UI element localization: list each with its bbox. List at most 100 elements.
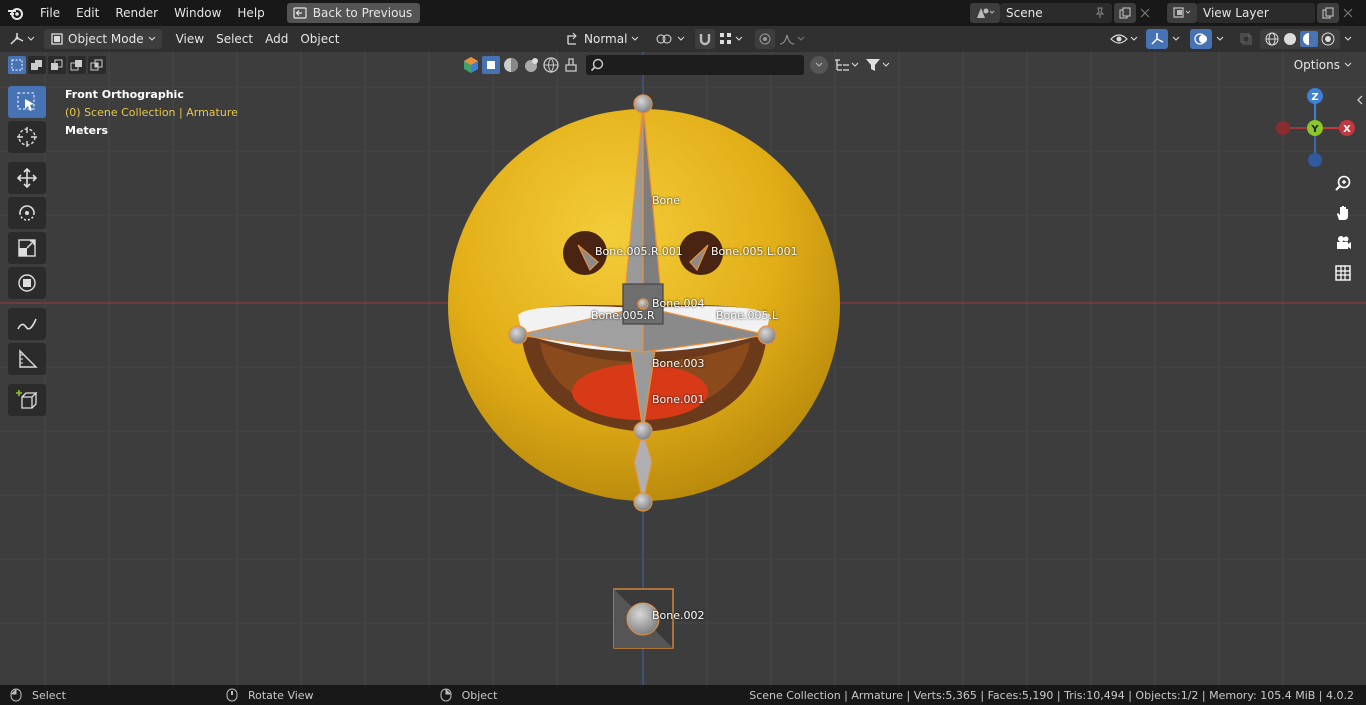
transform-orientation-dropdown[interactable]: Normal	[560, 29, 646, 49]
pin-icon[interactable]	[1094, 7, 1106, 19]
new-view-layer-icon[interactable]	[1317, 3, 1339, 23]
options-dropdown[interactable]: Options	[1285, 55, 1360, 75]
transform-tool[interactable]	[8, 267, 46, 299]
square-icon	[487, 61, 495, 69]
chevron-down-icon[interactable]	[1172, 36, 1180, 42]
chevron-down-icon[interactable]	[1344, 36, 1352, 42]
navigation-gizmo[interactable]: Z Y X	[1274, 88, 1358, 172]
overlays-toggle[interactable]	[1190, 29, 1212, 49]
brush-icon[interactable]	[562, 56, 580, 74]
xray-toggle[interactable]	[1236, 29, 1256, 49]
move-tool[interactable]	[8, 162, 46, 194]
bone-label: Bone.005.L	[716, 309, 779, 322]
gizmo-toggle[interactable]	[1146, 29, 1168, 49]
options-label: Options	[1293, 58, 1340, 72]
camera-view-button[interactable]	[1330, 230, 1356, 256]
view-layer-icon[interactable]	[1167, 3, 1197, 23]
editor-type-selector[interactable]	[0, 32, 44, 46]
select-box-tool[interactable]	[8, 86, 46, 118]
scene-selector[interactable]: Scene	[970, 3, 1154, 23]
view-layer-selector[interactable]: View Layer	[1167, 3, 1357, 23]
menu-edit[interactable]: Edit	[68, 0, 107, 26]
menu-select[interactable]: Select	[210, 26, 259, 52]
annotate-tool[interactable]	[8, 308, 46, 340]
hand-icon	[1337, 206, 1348, 220]
rendered-shading-icon[interactable]	[1320, 31, 1336, 47]
mesh-filter-button[interactable]	[482, 56, 500, 74]
object-mode-dropdown[interactable]: Object Mode	[44, 29, 162, 49]
cursor-tool[interactable]	[8, 121, 46, 153]
scene-icon[interactable]	[970, 3, 1000, 23]
menu-render[interactable]: Render	[107, 0, 166, 26]
top-bar: File Edit Render Window Help Back to Pre…	[0, 0, 1366, 26]
material-preview-icon	[1303, 33, 1315, 45]
material-preview-button[interactable]	[1300, 31, 1318, 47]
snap-target-dropdown[interactable]	[719, 32, 743, 46]
select-intersect-icon	[90, 59, 103, 71]
zoom-button[interactable]	[1330, 170, 1356, 196]
snap-toggle[interactable]	[695, 29, 716, 49]
delete-view-layer-icon[interactable]	[1339, 3, 1357, 23]
view-navigation-tools	[1330, 170, 1356, 290]
funnel-icon	[866, 59, 880, 71]
rotate-icon	[19, 205, 35, 221]
select-invert-button[interactable]	[68, 56, 86, 74]
filter-options-button[interactable]	[810, 56, 828, 74]
search-icon	[590, 58, 604, 72]
back-to-previous-button[interactable]: Back to Previous	[286, 3, 421, 23]
new-scene-icon[interactable]	[1114, 3, 1136, 23]
display-mode-dropdown[interactable]	[834, 58, 859, 72]
bone-label: Bone	[652, 194, 681, 207]
rotate-tool[interactable]	[8, 197, 46, 229]
viewport-info: Front Orthographic (0) Scene Collection …	[65, 86, 238, 140]
menu-add[interactable]: Add	[259, 26, 294, 52]
world-icon[interactable]	[542, 56, 560, 74]
delete-scene-icon[interactable]	[1136, 3, 1154, 23]
visibility-dropdown[interactable]	[1110, 33, 1138, 45]
blender-logo-icon[interactable]	[0, 5, 32, 21]
camera-icon	[1337, 236, 1351, 249]
scale-tool[interactable]	[8, 232, 46, 264]
chevron-down-icon	[27, 36, 35, 41]
object-mode-label: Object Mode	[68, 32, 144, 46]
chevron-down-icon	[148, 36, 155, 41]
filter-dropdown[interactable]	[865, 58, 890, 72]
select-extend-button[interactable]	[28, 56, 46, 74]
units-label: Meters	[65, 124, 109, 137]
pivot-point-dropdown[interactable]	[655, 32, 685, 46]
add-cube-tool[interactable]	[8, 384, 46, 416]
menu-file[interactable]: File	[32, 0, 68, 26]
pan-button[interactable]	[1330, 200, 1356, 226]
collection-color-icon[interactable]	[462, 56, 480, 74]
menu-view[interactable]: View	[170, 26, 210, 52]
select-intersect-button[interactable]	[88, 56, 106, 74]
view-layer-name-field[interactable]: View Layer	[1197, 3, 1315, 23]
selection-mode-group	[8, 56, 106, 74]
measure-tool[interactable]	[8, 343, 46, 375]
3d-viewport[interactable]: Bone Bone.005.R.001 Bone.005.L.001 Bone.…	[0, 52, 1366, 685]
select-subtract-button[interactable]	[48, 56, 66, 74]
chevron-down-icon[interactable]	[1216, 36, 1224, 42]
wireframe-shading-icon[interactable]	[1264, 31, 1280, 47]
proportional-editing-toggle[interactable]	[755, 29, 776, 49]
gizmo-x-label: X	[1343, 124, 1351, 135]
solid-shading-icon[interactable]	[1282, 31, 1298, 47]
select-new-button[interactable]	[8, 56, 26, 74]
texture-icon[interactable]	[522, 56, 540, 74]
menu-object[interactable]: Object	[294, 26, 345, 52]
scene-name-field[interactable]: Scene	[1000, 3, 1112, 23]
chevron-down-icon	[882, 62, 890, 67]
chevron-down-icon	[815, 62, 823, 67]
sidebar-toggle-arrow-icon[interactable]	[1356, 94, 1364, 106]
menu-window[interactable]: Window	[166, 0, 229, 26]
falloff-dropdown[interactable]	[779, 33, 805, 45]
object-search-field[interactable]	[586, 55, 804, 75]
eye-icon	[1110, 34, 1128, 44]
material-sphere-icon[interactable]	[502, 56, 520, 74]
menu-help[interactable]: Help	[229, 0, 272, 26]
perspective-toggle-button[interactable]	[1330, 260, 1356, 286]
view-layer-name: View Layer	[1203, 6, 1269, 20]
object-filter-bar	[462, 54, 890, 76]
select-new-icon	[11, 59, 23, 71]
transform-icon	[18, 274, 36, 292]
